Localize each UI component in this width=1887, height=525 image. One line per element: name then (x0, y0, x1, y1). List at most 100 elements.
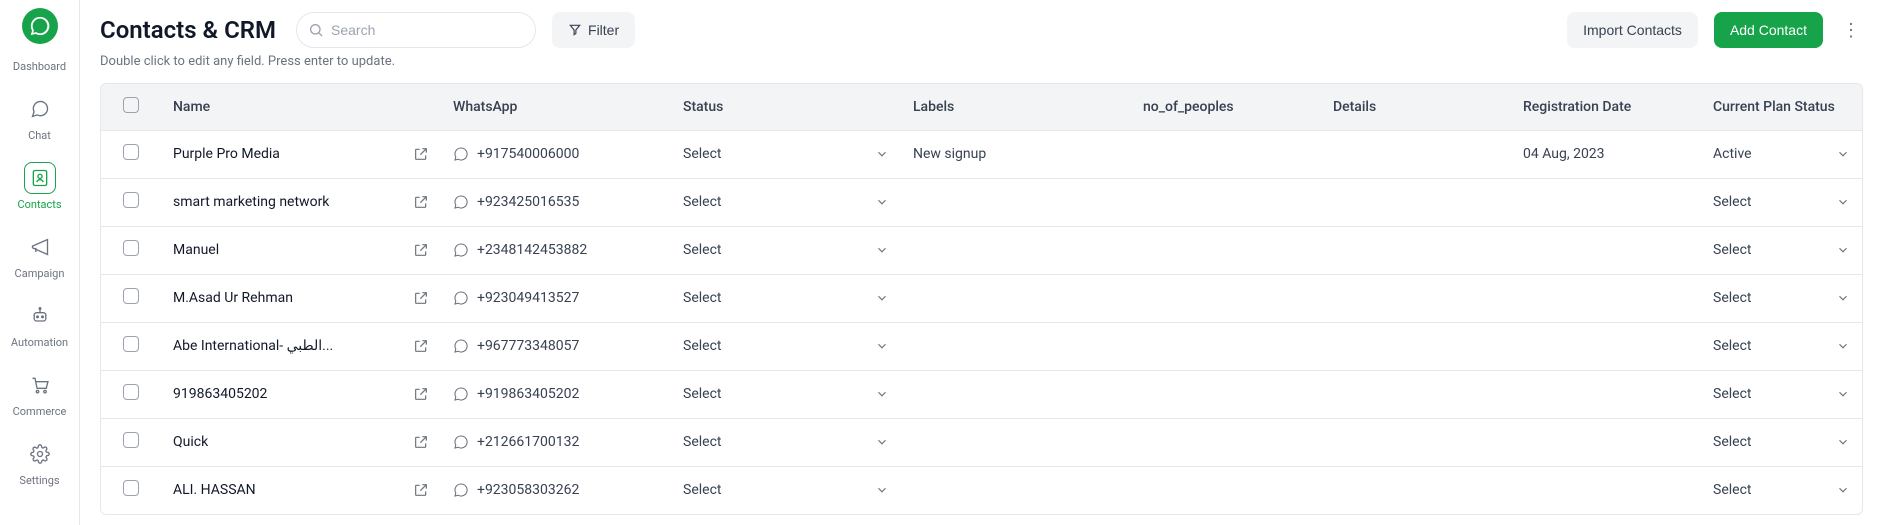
labels-cell[interactable] (901, 418, 1131, 466)
contact-name[interactable]: Abe International- الطبي... (173, 338, 333, 354)
column-header-current-plan-status[interactable]: Current Plan Status (1701, 84, 1862, 130)
whatsapp-cell[interactable]: +923425016535 (453, 194, 659, 210)
contact-name[interactable]: Purple Pro Media (173, 146, 280, 162)
status-select[interactable]: Select (683, 194, 889, 210)
details-cell[interactable] (1321, 418, 1511, 466)
contact-name[interactable]: ALI. HASSAN (173, 482, 256, 498)
status-select[interactable]: Select (683, 386, 889, 402)
open-external-icon[interactable] (413, 386, 429, 402)
contact-name[interactable]: Quick (173, 434, 208, 450)
contact-name[interactable]: Manuel (173, 242, 219, 258)
whatsapp-cell[interactable]: +919863405202 (453, 386, 659, 402)
column-header-labels[interactable]: Labels (901, 84, 1131, 130)
status-select[interactable]: Select (683, 242, 889, 258)
status-select[interactable]: Select (683, 290, 889, 306)
no-of-peoples-cell[interactable] (1131, 466, 1321, 514)
status-select[interactable]: Select (683, 434, 889, 450)
plan-status-select[interactable]: Select (1713, 482, 1850, 498)
details-cell[interactable] (1321, 370, 1511, 418)
details-cell[interactable] (1321, 466, 1511, 514)
column-header-details[interactable]: Details (1321, 84, 1511, 130)
details-cell[interactable] (1321, 226, 1511, 274)
no-of-peoples-cell[interactable] (1131, 130, 1321, 178)
search-input[interactable] (296, 12, 536, 48)
column-header-no-of-peoples[interactable]: no_of_peoples (1131, 84, 1321, 130)
row-checkbox[interactable] (123, 432, 139, 448)
open-external-icon[interactable] (413, 482, 429, 498)
registration-date-cell[interactable] (1511, 274, 1701, 322)
details-cell[interactable] (1321, 178, 1511, 226)
whatsapp-cell[interactable]: +212661700132 (453, 434, 659, 450)
column-header-name[interactable]: Name (161, 84, 441, 130)
import-contacts-button[interactable]: Import Contacts (1567, 12, 1698, 48)
sidebar-item-chat[interactable]: Chat (0, 87, 79, 148)
row-checkbox[interactable] (123, 144, 139, 160)
details-cell[interactable] (1321, 130, 1511, 178)
labels-cell[interactable]: New signup (901, 130, 1131, 178)
registration-date-cell[interactable] (1511, 178, 1701, 226)
row-checkbox[interactable] (123, 288, 139, 304)
labels-cell[interactable] (901, 322, 1131, 370)
select-all-checkbox[interactable] (123, 97, 139, 113)
registration-date-cell[interactable] (1511, 226, 1701, 274)
registration-date-cell[interactable]: 04 Aug, 2023 (1511, 130, 1701, 178)
row-checkbox[interactable] (123, 240, 139, 256)
contact-name[interactable]: smart marketing network (173, 194, 329, 210)
plan-status-select[interactable]: Select (1713, 338, 1850, 354)
filter-button[interactable]: Filter (552, 12, 635, 48)
column-header-status[interactable]: Status (671, 84, 901, 130)
registration-date-cell[interactable] (1511, 466, 1701, 514)
sidebar-item-contacts[interactable]: Contacts (0, 156, 79, 217)
details-cell[interactable] (1321, 322, 1511, 370)
sidebar-item-campaign[interactable]: Campaign (0, 225, 79, 286)
registration-date-cell[interactable] (1511, 322, 1701, 370)
no-of-peoples-cell[interactable] (1131, 274, 1321, 322)
status-select[interactable]: Select (683, 338, 889, 354)
open-external-icon[interactable] (413, 146, 429, 162)
column-header-whatsapp[interactable]: WhatsApp (441, 84, 671, 130)
whatsapp-cell[interactable]: +923058303262 (453, 482, 659, 498)
open-external-icon[interactable] (413, 338, 429, 354)
open-external-icon[interactable] (413, 194, 429, 210)
row-checkbox[interactable] (123, 480, 139, 496)
plan-status-select[interactable]: Select (1713, 434, 1850, 450)
status-select[interactable]: Select (683, 146, 889, 162)
open-external-icon[interactable] (413, 434, 429, 450)
labels-cell[interactable] (901, 226, 1131, 274)
plan-status-select[interactable]: Select (1713, 194, 1850, 210)
labels-cell[interactable] (901, 370, 1131, 418)
open-external-icon[interactable] (413, 242, 429, 258)
no-of-peoples-cell[interactable] (1131, 178, 1321, 226)
no-of-peoples-cell[interactable] (1131, 322, 1321, 370)
no-of-peoples-cell[interactable] (1131, 418, 1321, 466)
sidebar-item-automation[interactable]: Automation (0, 294, 79, 355)
plan-status-select[interactable]: Select (1713, 242, 1850, 258)
whatsapp-cell[interactable]: +917540006000 (453, 146, 659, 162)
sidebar-item-settings[interactable]: Settings (0, 432, 79, 493)
plan-status-select[interactable]: Active (1713, 146, 1850, 162)
open-external-icon[interactable] (413, 290, 429, 306)
labels-cell[interactable] (901, 178, 1131, 226)
whatsapp-cell[interactable]: +2348142453882 (453, 242, 659, 258)
contact-name[interactable]: 919863405202 (173, 386, 267, 402)
add-contact-button[interactable]: Add Contact (1714, 12, 1823, 48)
registration-date-cell[interactable] (1511, 370, 1701, 418)
more-menu-button[interactable]: ⋮ (1839, 20, 1863, 41)
registration-date-cell[interactable] (1511, 418, 1701, 466)
whatsapp-cell[interactable]: +967773348057 (453, 338, 659, 354)
whatsapp-cell[interactable]: +923049413527 (453, 290, 659, 306)
status-select[interactable]: Select (683, 482, 889, 498)
labels-cell[interactable] (901, 466, 1131, 514)
column-header-registration-date[interactable]: Registration Date (1511, 84, 1701, 130)
row-checkbox[interactable] (123, 192, 139, 208)
contact-name[interactable]: M.Asad Ur Rehman (173, 290, 293, 306)
details-cell[interactable] (1321, 274, 1511, 322)
plan-status-select[interactable]: Select (1713, 386, 1850, 402)
labels-cell[interactable] (901, 274, 1131, 322)
row-checkbox[interactable] (123, 384, 139, 400)
no-of-peoples-cell[interactable] (1131, 370, 1321, 418)
no-of-peoples-cell[interactable] (1131, 226, 1321, 274)
sidebar-item-dashboard[interactable]: Dashboard (0, 54, 79, 79)
row-checkbox[interactable] (123, 336, 139, 352)
sidebar-item-commerce[interactable]: Commerce (0, 363, 79, 424)
